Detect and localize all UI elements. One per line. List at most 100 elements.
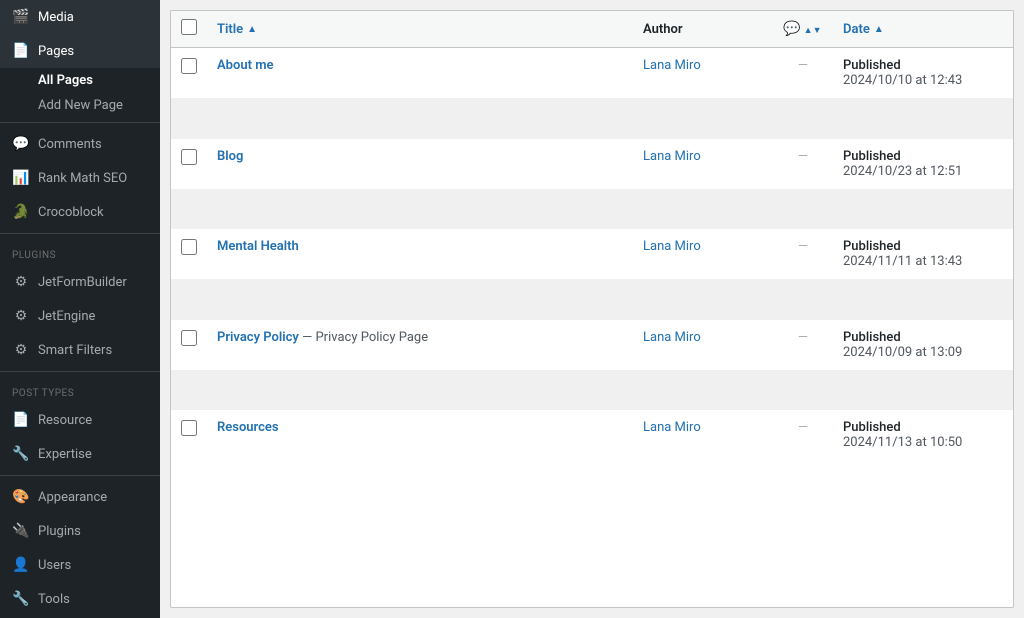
- divider-4: [0, 475, 160, 476]
- sidebar-item-label: Rank Math SEO: [38, 171, 127, 186]
- row-checkbox[interactable]: [181, 330, 197, 346]
- sidebar-item-tools[interactable]: 🔧 Tools: [0, 582, 160, 616]
- row-author-cell: Lana Miro: [633, 139, 773, 190]
- resource-icon: 📄: [12, 411, 30, 429]
- page-title-link[interactable]: Resources: [217, 420, 279, 435]
- sidebar-item-jetengine[interactable]: ⚙ JetEngine: [0, 299, 160, 333]
- row-title-cell: Privacy Policy — Privacy Policy Page: [207, 320, 633, 371]
- comments-sort-arrows: ▲▼: [804, 26, 822, 36]
- jetformbuilder-icon: ⚙: [12, 273, 30, 291]
- sidebar: 🎬 Media 📄 Pages All Pages Add New Page 💬…: [0, 0, 160, 618]
- row-checkbox[interactable]: [181, 58, 197, 74]
- select-all-header: [171, 11, 207, 48]
- author-link[interactable]: Lana Miro: [643, 149, 701, 164]
- row-checkbox-cell: [171, 139, 207, 190]
- pages-icon: 📄: [12, 42, 30, 60]
- author-link[interactable]: Lana Miro: [643, 239, 701, 254]
- row-spacer: [171, 280, 1013, 320]
- sidebar-item-label: Users: [38, 558, 71, 573]
- row-date-cell: Published 2024/11/13 at 10:50: [833, 410, 1013, 460]
- media-icon: 🎬: [12, 8, 30, 26]
- date-status: Published: [843, 58, 901, 73]
- divider-1: [0, 122, 160, 123]
- page-title-link[interactable]: Blog: [217, 149, 243, 164]
- sidebar-item-all-pages[interactable]: All Pages: [0, 68, 160, 93]
- sidebar-item-users[interactable]: 👤 Users: [0, 548, 160, 582]
- divider-3: [0, 371, 160, 372]
- smart-filters-icon: ⚙: [12, 341, 30, 359]
- row-spacer: [171, 99, 1013, 139]
- comments-dash: —: [798, 58, 808, 73]
- title-sort-arrow: ▲: [247, 24, 257, 35]
- sidebar-item-appearance[interactable]: 🎨 Appearance: [0, 480, 160, 514]
- row-checkbox-cell: [171, 229, 207, 280]
- row-checkbox[interactable]: [181, 239, 197, 255]
- sidebar-item-rank-math[interactable]: 📊 Rank Math SEO: [0, 161, 160, 195]
- row-title-cell: About me: [207, 48, 633, 99]
- row-title-cell: Resources: [207, 410, 633, 460]
- row-author-cell: Lana Miro: [633, 410, 773, 460]
- date-value: 2024/10/10 at 12:43: [843, 73, 962, 88]
- divider-2: [0, 233, 160, 234]
- sidebar-item-label: Tools: [38, 592, 70, 607]
- sidebar-item-pages[interactable]: 📄 Pages: [0, 34, 160, 68]
- section-label-plugins: PLUGINS: [0, 238, 160, 265]
- row-comments-cell: —: [773, 139, 833, 190]
- sidebar-item-label: Media: [38, 10, 74, 25]
- comments-dash: —: [798, 149, 808, 164]
- date-value: 2024/10/09 at 13:09: [843, 345, 962, 360]
- date-status: Published: [843, 330, 901, 345]
- author-link[interactable]: Lana Miro: [643, 58, 701, 73]
- sidebar-item-jetformbuilder[interactable]: ⚙ JetFormBuilder: [0, 265, 160, 299]
- row-checkbox-cell: [171, 320, 207, 371]
- page-title-link[interactable]: About me: [217, 58, 274, 73]
- comments-dash: —: [798, 330, 808, 345]
- row-checkbox[interactable]: [181, 420, 197, 436]
- title-sort-link[interactable]: Title ▲: [217, 22, 623, 37]
- row-checkbox[interactable]: [181, 149, 197, 165]
- tools-icon: 🔧: [12, 590, 30, 608]
- comments-icon: 💬: [12, 135, 30, 153]
- section-label-post-types: POST TYPES: [0, 376, 160, 403]
- page-title-link[interactable]: Mental Health: [217, 239, 299, 254]
- sidebar-item-smart-filters[interactable]: ⚙ Smart Filters: [0, 333, 160, 367]
- comments-dash: —: [798, 239, 808, 254]
- sidebar-item-add-new-page[interactable]: Add New Page: [0, 93, 160, 118]
- sidebar-item-expertise[interactable]: 🔧 Expertise: [0, 437, 160, 471]
- sidebar-item-label: JetFormBuilder: [38, 275, 127, 290]
- row-author-cell: Lana Miro: [633, 320, 773, 371]
- select-all-checkbox[interactable]: [181, 19, 197, 35]
- sidebar-item-label: Crocoblock: [38, 205, 104, 220]
- row-comments-cell: —: [773, 320, 833, 371]
- sidebar-item-label: Appearance: [38, 490, 107, 505]
- sidebar-subitem-label: All Pages: [38, 73, 93, 88]
- sidebar-item-crocoblock[interactable]: 🐊 Crocoblock: [0, 195, 160, 229]
- main-content: Title ▲ Author 💬 ▲▼ Date ▲: [160, 0, 1024, 618]
- sidebar-item-label: Pages: [38, 44, 74, 59]
- sidebar-item-resource[interactable]: 📄 Resource: [0, 403, 160, 437]
- sidebar-item-label: Plugins: [38, 524, 81, 539]
- row-date-cell: Published 2024/10/10 at 12:43: [833, 48, 1013, 99]
- plugins-icon: 🔌: [12, 522, 30, 540]
- page-title-link[interactable]: Privacy Policy: [217, 330, 299, 345]
- sidebar-item-plugins[interactable]: 🔌 Plugins: [0, 514, 160, 548]
- author-link[interactable]: Lana Miro: [643, 420, 701, 435]
- date-sort-link[interactable]: Date ▲: [843, 22, 1003, 37]
- row-comments-cell: —: [773, 229, 833, 280]
- row-title-cell: Mental Health: [207, 229, 633, 280]
- row-comments-cell: —: [773, 410, 833, 460]
- row-comments-cell: —: [773, 48, 833, 99]
- date-column-header[interactable]: Date ▲: [833, 11, 1013, 48]
- row-checkbox-cell: [171, 410, 207, 460]
- appearance-icon: 🎨: [12, 488, 30, 506]
- comments-dash: —: [798, 420, 808, 435]
- author-link[interactable]: Lana Miro: [643, 330, 701, 345]
- sidebar-item-media[interactable]: 🎬 Media: [0, 0, 160, 34]
- title-column-header[interactable]: Title ▲: [207, 11, 633, 48]
- table-row: Mental Health Lana Miro — Published 2024…: [171, 229, 1013, 280]
- sidebar-item-comments[interactable]: 💬 Comments: [0, 127, 160, 161]
- table-row: About me Lana Miro — Published 2024/10/1…: [171, 48, 1013, 99]
- date-status: Published: [843, 149, 901, 164]
- sidebar-subitem-label: Add New Page: [38, 98, 123, 113]
- author-column-header: Author: [633, 11, 773, 48]
